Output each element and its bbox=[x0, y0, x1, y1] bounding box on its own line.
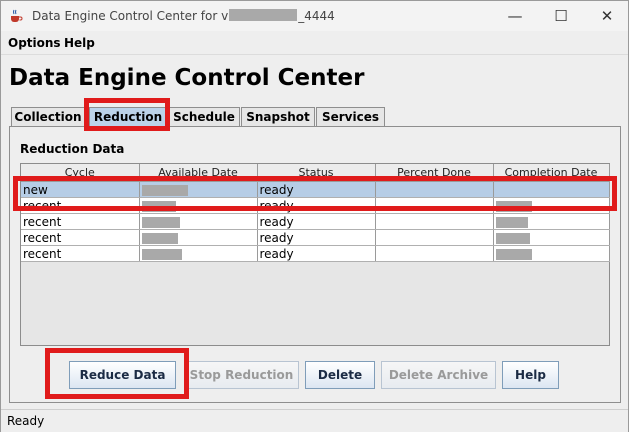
reduction-table: Cycle Available Date Status Percent Done… bbox=[21, 164, 610, 262]
reduce-data-button[interactable]: Reduce Data bbox=[69, 361, 176, 389]
table-row[interactable]: recent ready bbox=[21, 229, 610, 246]
menu-help[interactable]: Help bbox=[64, 36, 95, 50]
cell-completion-date bbox=[493, 229, 610, 246]
cell-status: ready bbox=[257, 229, 376, 246]
cell-available-date bbox=[139, 213, 258, 230]
redacted-value bbox=[141, 200, 176, 212]
cell-percent-done bbox=[375, 197, 494, 214]
close-button[interactable]: ✕ bbox=[584, 1, 629, 31]
cell-cycle: recent bbox=[21, 197, 140, 214]
delete-archive-button[interactable]: Delete Archive bbox=[381, 361, 496, 389]
tab-schedule[interactable]: Schedule bbox=[168, 107, 240, 127]
redacted-hostname bbox=[229, 9, 298, 21]
cell-status: ready bbox=[257, 197, 376, 214]
redacted-value bbox=[141, 232, 178, 244]
cell-percent-done bbox=[375, 213, 494, 230]
java-cup-icon bbox=[11, 9, 23, 22]
window-title-suffix: _4444 bbox=[298, 9, 335, 23]
tab-collection[interactable]: Collection bbox=[11, 107, 85, 127]
cell-status: ready bbox=[257, 245, 376, 262]
tab-reduction[interactable]: Reduction bbox=[89, 107, 167, 127]
redacted-value bbox=[495, 248, 532, 260]
cell-percent-done bbox=[375, 229, 494, 246]
table-row[interactable]: recent ready bbox=[21, 213, 610, 230]
menu-bar: Options Help bbox=[1, 32, 628, 55]
maximize-button[interactable]: ☐ bbox=[538, 1, 584, 31]
cell-completion-date bbox=[493, 197, 610, 214]
cell-cycle: recent bbox=[21, 229, 140, 246]
cell-percent-done bbox=[375, 181, 494, 198]
cell-status: ready bbox=[257, 181, 376, 198]
tab-services[interactable]: Services bbox=[316, 107, 385, 127]
cell-available-date bbox=[139, 181, 258, 198]
cell-cycle: new bbox=[21, 181, 140, 198]
table-header: Cycle Available Date Status Percent Done… bbox=[21, 164, 610, 182]
window-title: Data Engine Control Center for v _4444 bbox=[32, 9, 335, 23]
column-header-percent-done[interactable]: Percent Done bbox=[375, 164, 494, 182]
cell-completion-date bbox=[493, 213, 610, 230]
window-title-prefix: Data Engine Control Center for v bbox=[32, 9, 229, 23]
cell-cycle: recent bbox=[21, 213, 140, 230]
delete-button[interactable]: Delete bbox=[305, 361, 375, 389]
redacted-value bbox=[495, 232, 530, 244]
menu-options[interactable]: Options bbox=[8, 36, 61, 50]
column-header-status[interactable]: Status bbox=[257, 164, 376, 182]
column-header-cycle[interactable]: Cycle bbox=[21, 164, 140, 182]
redacted-value bbox=[495, 200, 532, 212]
cell-completion-date bbox=[493, 181, 610, 198]
status-text: Ready bbox=[7, 414, 45, 428]
title-bar: Data Engine Control Center for v _4444 — … bbox=[1, 1, 628, 31]
section-label: Reduction Data bbox=[20, 142, 125, 156]
redacted-value bbox=[141, 248, 182, 260]
redacted-value bbox=[141, 216, 180, 228]
cell-available-date bbox=[139, 197, 258, 214]
cell-available-date bbox=[139, 245, 258, 262]
minimize-button[interactable]: — bbox=[492, 1, 538, 31]
cell-status: ready bbox=[257, 213, 376, 230]
table-row[interactable]: recent ready bbox=[21, 245, 610, 262]
cell-cycle: recent bbox=[21, 245, 140, 262]
cell-percent-done bbox=[375, 245, 494, 262]
redacted-value bbox=[141, 184, 188, 196]
column-header-available-date[interactable]: Available Date bbox=[139, 164, 258, 182]
cell-completion-date bbox=[493, 245, 610, 262]
tab-snapshot[interactable]: Snapshot bbox=[241, 107, 315, 127]
stop-reduction-button[interactable]: Stop Reduction bbox=[184, 361, 299, 389]
app-window: Data Engine Control Center for v _4444 — … bbox=[0, 0, 629, 432]
cell-available-date bbox=[139, 229, 258, 246]
status-bar: Ready bbox=[1, 409, 628, 432]
page-title: Data Engine Control Center bbox=[9, 65, 365, 91]
help-button[interactable]: Help bbox=[502, 361, 559, 389]
reduction-table-container[interactable]: Cycle Available Date Status Percent Done… bbox=[20, 163, 610, 346]
table-row[interactable]: recent ready bbox=[21, 197, 610, 214]
column-header-completion-date[interactable]: Completion Date bbox=[493, 164, 610, 182]
table-row[interactable]: new ready bbox=[21, 181, 610, 198]
redacted-value bbox=[495, 216, 528, 228]
